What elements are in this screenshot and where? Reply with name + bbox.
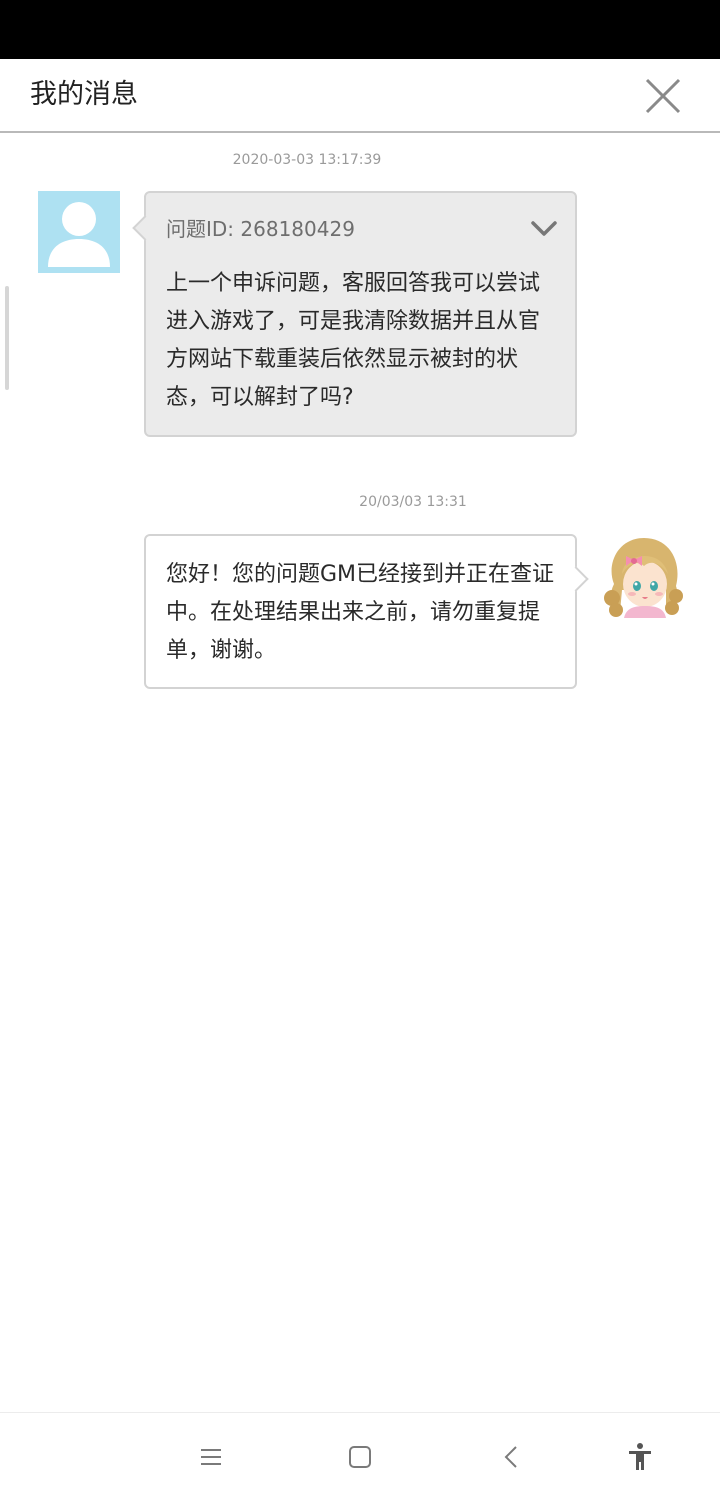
default-user-avatar-icon	[48, 202, 110, 267]
accessibility-icon	[629, 1443, 651, 1470]
header: 我的消息	[0, 59, 720, 133]
expand-button[interactable]	[529, 215, 559, 243]
issue-id: 问题ID: 268180429	[166, 217, 355, 241]
home-icon	[349, 1446, 371, 1468]
user-avatar	[38, 191, 120, 273]
close-button[interactable]	[640, 73, 686, 119]
gm-message-bubble: 您好！您的问题GM已经接到并正在查证中。在处理结果出来之前，请勿重复提单，谢谢。	[144, 534, 589, 689]
nav-menu-button[interactable]	[193, 1439, 229, 1475]
status-bar	[0, 0, 720, 59]
nav-accessibility-button[interactable]	[622, 1439, 658, 1475]
message-text: 上一个申诉问题，客服回答我可以尝试进入游戏了，可是我清除数据并且从官方网站下载重…	[166, 271, 541, 410]
close-icon	[645, 78, 681, 114]
page-title: 我的消息	[30, 79, 138, 110]
message-text: 您好！您的问题GM已经接到并正在查证中。在处理结果出来之前，请勿重复提单，谢谢。	[166, 562, 555, 663]
menu-icon	[201, 1449, 221, 1465]
navigation-bar	[0, 1412, 720, 1500]
back-icon	[504, 1446, 517, 1468]
gm-girl-avatar-icon	[604, 538, 683, 618]
scroll-indicator	[5, 286, 9, 390]
chevron-down-icon	[531, 221, 557, 236]
gm-avatar	[600, 534, 684, 618]
nav-home-button[interactable]	[342, 1439, 378, 1475]
message-timestamp: 20/03/03 13:31	[359, 494, 467, 510]
bubble-tail	[563, 566, 589, 592]
message-timestamp: 2020-03-03 13:17:39	[232, 152, 382, 168]
user-message-bubble: 问题ID: 268180429 上一个申诉问题，客服回答我可以尝试进入游戏了，可…	[132, 191, 577, 437]
bubble-tail	[132, 215, 158, 241]
nav-back-button[interactable]	[494, 1439, 530, 1475]
